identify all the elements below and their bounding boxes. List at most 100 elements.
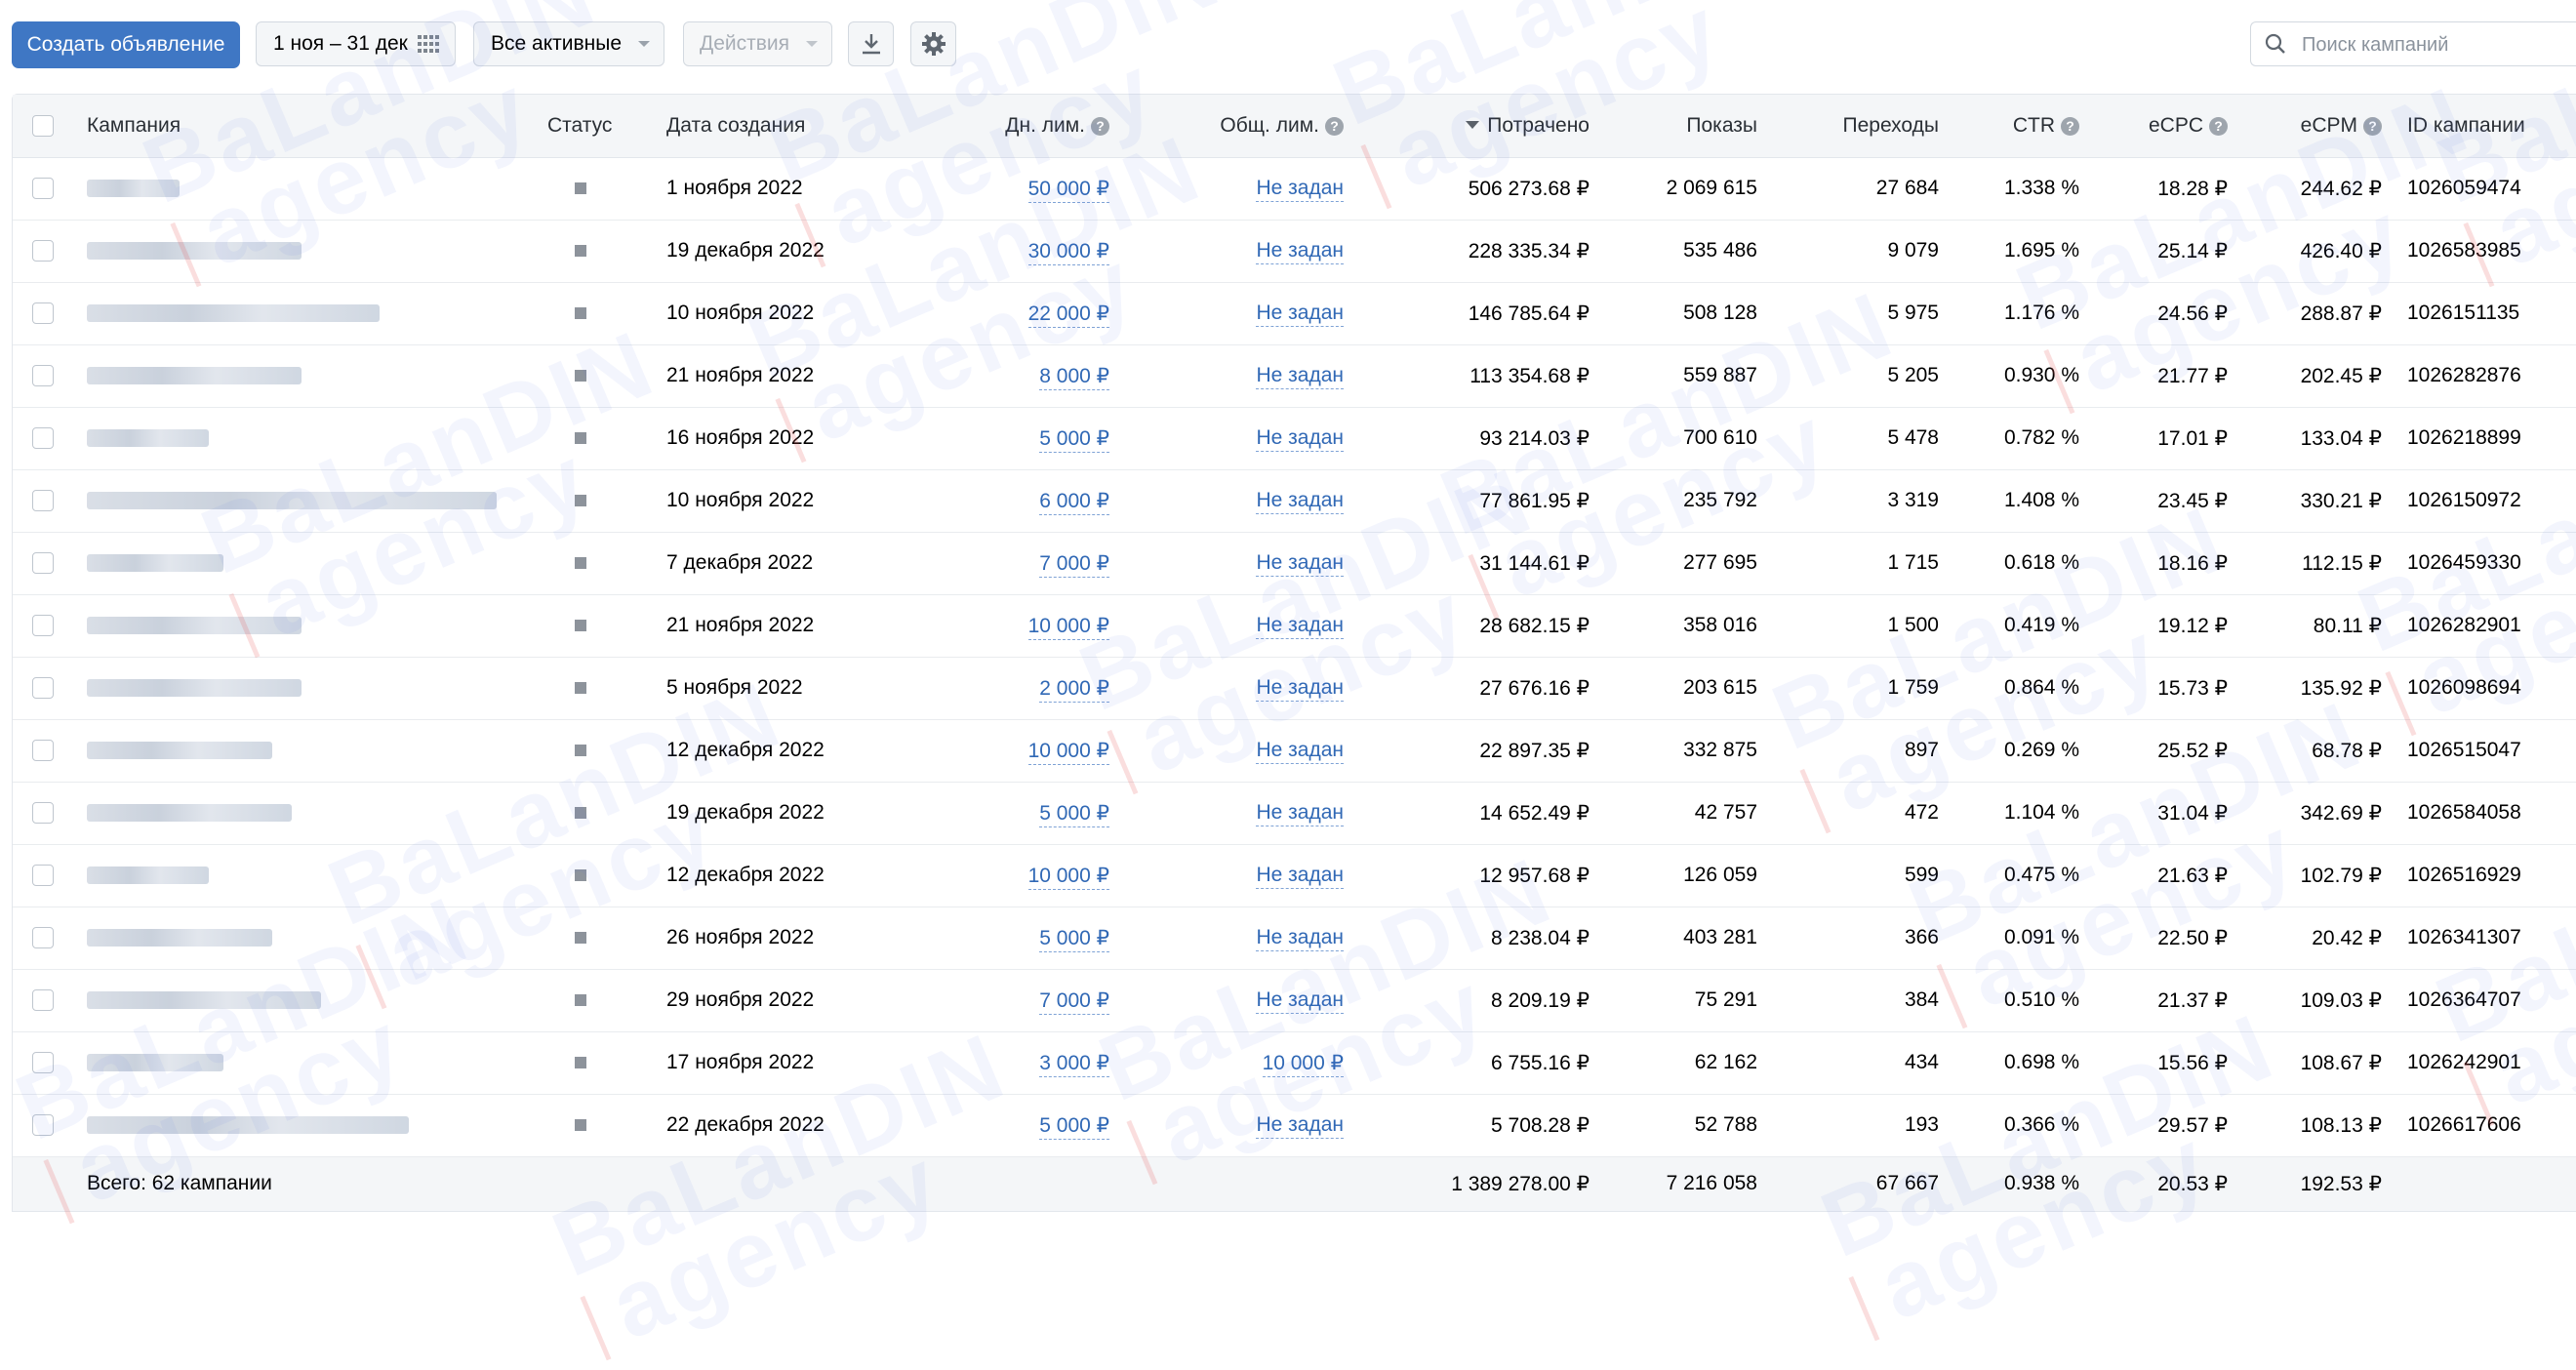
campaign-name[interactable] — [73, 157, 547, 221]
daily-limit-link[interactable]: 10 000 ₽ — [879, 594, 1121, 658]
total-limit-text[interactable]: Не задан — [1256, 239, 1344, 264]
campaign-name[interactable] — [73, 844, 547, 907]
total-limit-text[interactable]: Не задан — [1256, 426, 1344, 452]
row-checkbox[interactable] — [13, 407, 73, 470]
daily-limit-link[interactable]: 50 000 ₽ — [879, 157, 1121, 221]
daily-limit-text[interactable]: 7 000 ₽ — [1039, 551, 1109, 578]
help-icon[interactable]: ? — [2363, 116, 2382, 136]
col-impressions[interactable]: Показы — [1601, 95, 1769, 158]
total-limit-link[interactable]: Не задан — [1121, 719, 1355, 783]
campaign-name[interactable] — [73, 282, 547, 345]
daily-limit-text[interactable]: 5 000 ₽ — [1039, 426, 1109, 453]
help-icon[interactable]: ? — [1091, 116, 1109, 136]
daily-limit-link[interactable]: 7 000 ₽ — [879, 532, 1121, 595]
total-limit-text[interactable]: Не задан — [1256, 988, 1344, 1014]
daily-limit-text[interactable]: 10 000 ₽ — [1027, 614, 1109, 640]
col-total-limit[interactable]: Общ. лим.? — [1121, 95, 1355, 158]
col-status[interactable]: Статус — [547, 95, 655, 158]
daily-limit-text[interactable]: 22 000 ₽ — [1027, 302, 1109, 328]
campaign-name[interactable] — [73, 220, 547, 283]
total-limit-text[interactable]: Не задан — [1256, 614, 1344, 639]
table-row[interactable]: 5 ноября 2022 2 000 ₽ Не задан 27 676.16 ₽2… — [13, 657, 2576, 720]
campaign-name[interactable] — [73, 782, 547, 845]
campaign-name[interactable] — [73, 532, 547, 595]
select-all-checkbox[interactable] — [13, 95, 73, 158]
daily-limit-text[interactable]: 30 000 ₽ — [1027, 239, 1109, 265]
total-limit-link[interactable]: Не задан — [1121, 469, 1355, 533]
search-box[interactable] — [2250, 21, 2576, 66]
row-checkbox[interactable] — [13, 907, 73, 970]
campaign-name[interactable] — [73, 344, 547, 408]
row-checkbox[interactable] — [13, 782, 73, 845]
total-limit-text[interactable]: 10 000 ₽ — [1262, 1051, 1344, 1077]
daily-limit-text[interactable]: 5 000 ₽ — [1039, 801, 1109, 827]
campaign-name[interactable] — [73, 969, 547, 1032]
total-limit-link[interactable]: Не задан — [1121, 532, 1355, 595]
campaign-name[interactable] — [73, 407, 547, 470]
total-limit-link[interactable]: Не задан — [1121, 407, 1355, 470]
campaign-name[interactable] — [73, 907, 547, 970]
help-icon[interactable]: ? — [2209, 116, 2228, 136]
table-row[interactable]: 19 декабря 2022 30 000 ₽ Не задан 228 335.3… — [13, 220, 2576, 283]
daily-limit-link[interactable]: 8 000 ₽ — [879, 344, 1121, 408]
total-limit-link[interactable]: Не задан — [1121, 282, 1355, 345]
row-checkbox[interactable] — [13, 344, 73, 408]
total-limit-text[interactable]: Не задан — [1256, 177, 1344, 202]
row-checkbox[interactable] — [13, 594, 73, 658]
row-checkbox[interactable] — [13, 969, 73, 1032]
help-icon[interactable]: ? — [2061, 116, 2079, 136]
settings-button[interactable] — [910, 21, 956, 66]
table-row[interactable]: 21 ноября 2022 8 000 ₽ Не задан 113 354.68 … — [13, 344, 2576, 408]
row-checkbox[interactable] — [13, 469, 73, 533]
table-row[interactable]: 1 ноября 2022 50 000 ₽ Не задан 506 273.68 … — [13, 157, 2576, 221]
daily-limit-text[interactable]: 50 000 ₽ — [1027, 177, 1109, 203]
total-limit-text[interactable]: Не задан — [1256, 551, 1344, 577]
daily-limit-link[interactable]: 5 000 ₽ — [879, 1094, 1121, 1157]
table-row[interactable]: 10 ноября 2022 22 000 ₽ Не задан 146 785.64… — [13, 282, 2576, 345]
row-checkbox[interactable] — [13, 657, 73, 720]
row-checkbox[interactable] — [13, 282, 73, 345]
campaign-name[interactable] — [73, 469, 547, 533]
col-created[interactable]: Дата создания — [655, 95, 879, 158]
actions-dropdown[interactable]: Действия — [683, 21, 832, 66]
total-limit-text[interactable]: Не задан — [1256, 302, 1344, 327]
table-row[interactable]: 19 декабря 2022 5 000 ₽ Не задан 14 652.49 … — [13, 782, 2576, 845]
total-limit-text[interactable]: Не задан — [1256, 1113, 1344, 1139]
table-row[interactable]: 22 декабря 2022 5 000 ₽ Не задан 5 708.28 ₽… — [13, 1094, 2576, 1157]
row-checkbox[interactable] — [13, 719, 73, 783]
daily-limit-link[interactable]: 3 000 ₽ — [879, 1031, 1121, 1095]
row-checkbox[interactable] — [13, 532, 73, 595]
total-limit-link[interactable]: Не задан — [1121, 1094, 1355, 1157]
col-ecpc[interactable]: eCPC? — [2091, 95, 2239, 158]
col-ctr[interactable]: CTR? — [1951, 95, 2091, 158]
total-limit-link[interactable]: Не задан — [1121, 344, 1355, 408]
daily-limit-link[interactable]: 30 000 ₽ — [879, 220, 1121, 283]
daily-limit-link[interactable]: 5 000 ₽ — [879, 907, 1121, 970]
col-ecpm[interactable]: eCPM? — [2239, 95, 2394, 158]
daily-limit-link[interactable]: 2 000 ₽ — [879, 657, 1121, 720]
total-limit-link[interactable]: Не задан — [1121, 844, 1355, 907]
table-row[interactable]: 10 ноября 2022 6 000 ₽ Не задан 77 861.95 ₽… — [13, 469, 2576, 533]
search-input[interactable] — [2300, 30, 2567, 60]
total-limit-link[interactable]: Не задан — [1121, 220, 1355, 283]
daily-limit-text[interactable]: 5 000 ₽ — [1039, 1113, 1109, 1140]
col-campaign-id[interactable]: ID кампании — [2394, 95, 2576, 158]
total-limit-text[interactable]: Не задан — [1256, 801, 1344, 826]
table-row[interactable]: 21 ноября 2022 10 000 ₽ Не задан 28 682.15 … — [13, 594, 2576, 658]
daily-limit-link[interactable]: 6 000 ₽ — [879, 469, 1121, 533]
table-row[interactable]: 29 ноября 2022 7 000 ₽ Не задан 8 209.19 ₽7… — [13, 969, 2576, 1032]
col-clicks[interactable]: Переходы — [1769, 95, 1951, 158]
total-limit-link[interactable]: Не задан — [1121, 594, 1355, 658]
table-row[interactable]: 17 ноября 2022 3 000 ₽ 10 000 ₽ 6 755.16 ₽6… — [13, 1031, 2576, 1095]
total-limit-link[interactable]: Не задан — [1121, 157, 1355, 221]
total-limit-link[interactable]: Не задан — [1121, 907, 1355, 970]
total-limit-text[interactable]: Не задан — [1256, 926, 1344, 951]
total-limit-text[interactable]: Не задан — [1256, 364, 1344, 389]
daily-limit-link[interactable]: 5 000 ₽ — [879, 782, 1121, 845]
daily-limit-link[interactable]: 7 000 ₽ — [879, 969, 1121, 1032]
daily-limit-link[interactable]: 5 000 ₽ — [879, 407, 1121, 470]
row-checkbox[interactable] — [13, 844, 73, 907]
help-icon[interactable]: ? — [1325, 116, 1344, 136]
total-limit-link[interactable]: Не задан — [1121, 782, 1355, 845]
daily-limit-text[interactable]: 7 000 ₽ — [1039, 988, 1109, 1015]
